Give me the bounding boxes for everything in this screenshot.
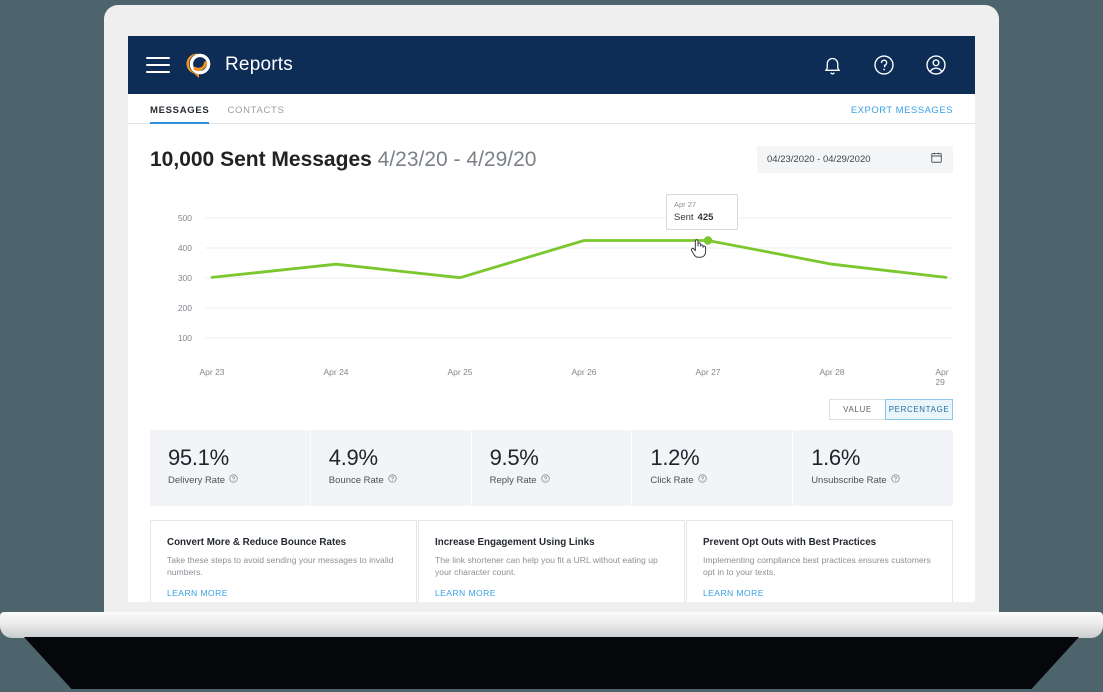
tip-card-opt-outs: Prevent Opt Outs with Best Practices Imp… [686, 520, 953, 602]
svg-text:400: 400 [178, 243, 192, 253]
chart-y-axis-labels: 500 400 300 200 100 [178, 213, 192, 343]
date-range-picker[interactable]: 04/23/2020 - 04/29/2020 [757, 146, 953, 173]
app-title: Reports [225, 54, 293, 76]
tip-title: Increase Engagement Using Links [435, 537, 668, 548]
x-label-2: Apr 25 [447, 367, 472, 377]
svg-text:100: 100 [178, 333, 192, 343]
laptop-base [0, 612, 1103, 638]
metric-label-wrap: Click Rate [650, 474, 792, 486]
mouse-cursor-icon [689, 237, 708, 264]
export-messages-link[interactable]: EXPORT MESSAGES [851, 105, 953, 116]
toggle-percentage-button[interactable]: PERCENTAGE [885, 399, 953, 420]
bell-icon[interactable] [815, 48, 849, 82]
metric-value: 9.5% [490, 445, 632, 471]
tip-body: The link shortener can help you fit a UR… [435, 554, 668, 579]
tooltip-value: 425 [698, 212, 714, 223]
page-title-range: 4/23/20 - 4/29/20 [378, 148, 537, 171]
x-label-0: Apr 23 [199, 367, 224, 377]
tooltip-label: Sent [674, 212, 694, 223]
metric-label: Reply Rate [490, 475, 537, 486]
svg-text:500: 500 [178, 213, 192, 223]
title-row: 10,000 Sent Messages 4/23/20 - 4/29/20 0… [150, 124, 953, 173]
page-title-main: 10,000 Sent Messages [150, 148, 372, 171]
chart-gridlines [205, 218, 953, 338]
value-percentage-toggle: VALUE PERCENTAGE [150, 399, 953, 420]
tip-learn-more-link[interactable]: LEARN MORE [167, 588, 400, 598]
hamburger-icon[interactable] [146, 57, 170, 74]
sent-messages-chart[interactable]: 500 400 300 200 100 Apr 27 Sent 425 [150, 193, 953, 363]
x-label-6: Apr 29 [935, 367, 948, 387]
app-screen: Reports [128, 36, 975, 602]
tip-card-engagement-links: Increase Engagement Using Links The link… [418, 520, 685, 602]
metric-value: 4.9% [329, 445, 471, 471]
metric-value: 95.1% [168, 445, 310, 471]
tab-contacts[interactable]: CONTACTS [227, 105, 284, 123]
x-label-3: Apr 26 [571, 367, 596, 377]
metric-card-reply-rate: 9.5% Reply Rate [472, 430, 632, 506]
tip-card-bounce-rates: Convert More & Reduce Bounce Rates Take … [150, 520, 417, 602]
x-label-5: Apr 28 [819, 367, 844, 377]
toggle-value-button[interactable]: VALUE [829, 399, 885, 420]
metric-label: Click Rate [650, 475, 693, 486]
date-range-value: 04/23/2020 - 04/29/2020 [767, 154, 871, 165]
laptop-shadow [24, 637, 1079, 689]
help-circle-icon[interactable] [229, 474, 238, 486]
metric-label-wrap: Bounce Rate [329, 474, 471, 486]
x-label-1: Apr 24 [323, 367, 348, 377]
help-circle-icon[interactable] [541, 474, 550, 486]
tip-body: Implementing compliance best practices e… [703, 554, 936, 579]
metric-label-wrap: Unsubscribe Rate [811, 474, 953, 486]
tip-title: Prevent Opt Outs with Best Practices [703, 537, 936, 548]
tip-learn-more-link[interactable]: LEARN MORE [435, 588, 668, 598]
tip-title: Convert More & Reduce Bounce Rates [167, 537, 400, 548]
brand-logo-icon [186, 51, 214, 79]
metrics-row: 95.1% Delivery Rate 4.9% [150, 430, 953, 506]
help-circle-icon[interactable] [388, 474, 397, 486]
tooltip-date: Apr 27 [674, 200, 730, 209]
metric-label: Delivery Rate [168, 475, 225, 486]
svg-text:200: 200 [178, 303, 192, 313]
metric-label: Bounce Rate [329, 475, 384, 486]
help-circle-icon[interactable] [698, 474, 707, 486]
top-navigation-bar: Reports [128, 36, 975, 94]
metric-card-click-rate: 1.2% Click Rate [632, 430, 792, 506]
metric-value: 1.2% [650, 445, 792, 471]
svg-text:300: 300 [178, 273, 192, 283]
chart-tooltip: Apr 27 Sent 425 [666, 194, 738, 230]
laptop-scene: Reports [0, 0, 1103, 692]
chart-x-axis: Apr 23 Apr 24 Apr 25 Apr 26 Apr 27 Apr 2… [150, 367, 953, 385]
tip-learn-more-link[interactable]: LEARN MORE [703, 588, 936, 598]
metric-value: 1.6% [811, 445, 953, 471]
metric-card-delivery-rate: 95.1% Delivery Rate [150, 430, 310, 506]
tab-bar: MESSAGES CONTACTS EXPORT MESSAGES [128, 94, 975, 124]
metric-label: Unsubscribe Rate [811, 475, 887, 486]
tip-body: Take these steps to avoid sending your m… [167, 554, 400, 579]
page-title: 10,000 Sent Messages 4/23/20 - 4/29/20 [150, 148, 536, 172]
tips-row: Convert More & Reduce Bounce Rates Take … [150, 520, 953, 602]
metric-label-wrap: Reply Rate [490, 474, 632, 486]
tooltip-row: Sent 425 [674, 212, 730, 223]
account-circle-icon[interactable] [919, 48, 953, 82]
calendar-icon [930, 151, 943, 169]
page-body: 10,000 Sent Messages 4/23/20 - 4/29/20 0… [128, 124, 975, 602]
help-circle-icon[interactable] [891, 474, 900, 486]
metric-card-unsubscribe-rate: 1.6% Unsubscribe Rate [793, 430, 953, 506]
tab-messages[interactable]: MESSAGES [150, 105, 209, 123]
help-circle-icon[interactable] [867, 48, 901, 82]
metric-label-wrap: Delivery Rate [168, 474, 310, 486]
chart-line-series-sent [212, 241, 946, 278]
chart-canvas: 500 400 300 200 100 [150, 193, 953, 363]
x-label-4: Apr 27 [695, 367, 720, 377]
metric-card-bounce-rate: 4.9% Bounce Rate [311, 430, 471, 506]
